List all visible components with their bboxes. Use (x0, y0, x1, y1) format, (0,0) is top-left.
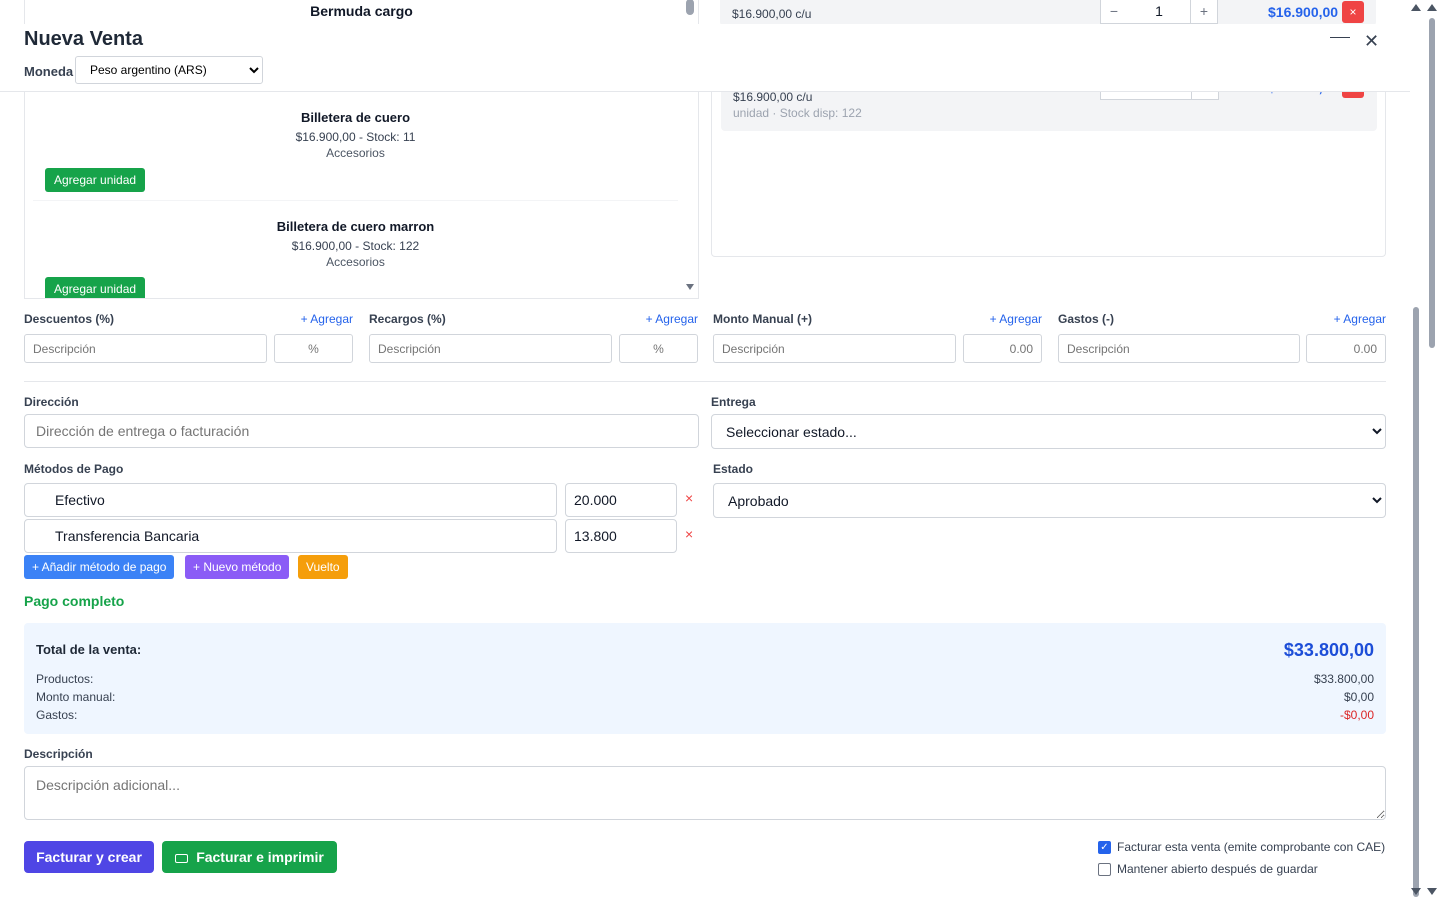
qty-input[interactable]: 1 (1127, 0, 1191, 24)
discounts-label: Descuentos (%) (24, 312, 115, 326)
checkbox-checked-icon[interactable]: ✓ (1098, 841, 1111, 854)
scrollbar-thumb[interactable] (1429, 18, 1435, 348)
qty-decrement-button[interactable]: − (1100, 0, 1128, 24)
currency-label: Moneda (24, 64, 74, 79)
total-row-expenses: Gastos: -$0,00 (36, 708, 1374, 722)
change-button[interactable]: Vuelto (298, 555, 348, 579)
close-icon[interactable]: ✕ (1364, 31, 1379, 52)
description-label: Descripción (24, 747, 93, 761)
status-label: Estado (713, 462, 754, 476)
payment-methods-label: Métodos de Pago (24, 462, 124, 476)
minimize-icon[interactable] (1330, 32, 1350, 42)
product-category: Accesorios (326, 255, 385, 269)
scroll-up-arrow-icon[interactable] (1427, 4, 1437, 11)
product-list-scrollbar-thumb[interactable] (686, 0, 694, 15)
page-title: Nueva Venta (24, 28, 143, 50)
add-surcharge-link[interactable]: + Agregar (646, 312, 698, 326)
total-row-label: Gastos: (36, 708, 78, 722)
payment-amount-input[interactable]: 20.000 (565, 483, 677, 517)
page: Bermuda cargo $16.900,00 c/u − 1 + $16.9… (0, 0, 1440, 900)
invoice-create-button[interactable]: Facturar y crear (24, 841, 154, 873)
status-select[interactable]: Aprobado (713, 483, 1386, 518)
remove-payment-icon[interactable]: × (685, 490, 693, 506)
delivery-label: Entrega (711, 395, 756, 409)
sale-total-label: Total de la venta: (36, 642, 142, 657)
address-label: Dirección (24, 395, 79, 409)
invoice-sale-label: Facturar esta venta (emite comprobante c… (1117, 840, 1386, 854)
expense-description-input[interactable] (1058, 334, 1300, 363)
remove-payment-icon[interactable]: × (685, 526, 693, 542)
add-payment-method-button[interactable]: + Añadir método de pago (24, 555, 175, 579)
total-row-label: Monto manual: (36, 690, 116, 704)
product-name: Bermuda cargo (310, 3, 413, 19)
payment-amount-input[interactable]: 13.800 (565, 519, 677, 553)
payment-status-text: Pago completo (24, 593, 125, 609)
cart-item: $16.900,00 c/u − 1 + $16.900,00 × (720, 0, 1376, 26)
product-price-stock: $16.900,00 - Stock: 122 (291, 239, 420, 253)
scroll-down-arrow-icon[interactable] (1411, 888, 1421, 895)
product-name: Billetera de cuero (300, 110, 411, 125)
cart-panel: $16.900,00 c/u unidad · Stock disp: 122 … (711, 82, 1386, 257)
product-list: Billetera de cuero $16.900,00 - Stock: 1… (24, 92, 699, 299)
invoice-print-label: Facturar e imprimir (196, 849, 324, 865)
expenses-label: Gastos (-) (1058, 312, 1115, 326)
surcharge-percent-input[interactable] (619, 334, 698, 363)
product-name: Billetera de cuero marron (276, 219, 435, 234)
total-row-label: Productos: (36, 672, 94, 686)
add-expense-link[interactable]: + Agregar (1334, 312, 1386, 326)
total-row-value: $33.800,00 (1313, 672, 1374, 686)
keep-open-label: Mantener abierto después de guardar (1117, 862, 1318, 876)
scroll-down-arrow-icon[interactable] (1427, 888, 1437, 895)
remove-item-button[interactable]: × (1342, 1, 1364, 23)
surcharges-label: Recargos (%) (369, 312, 446, 326)
surcharge-description-input[interactable] (369, 334, 612, 363)
product-price-stock: $16.900,00 - Stock: 11 (295, 130, 416, 144)
discount-description-input[interactable] (24, 334, 267, 363)
discount-percent-input[interactable] (274, 334, 353, 363)
manual-amount-description-input[interactable] (713, 334, 956, 363)
modal-header: Nueva Venta Moneda Peso argentino (ARS) … (0, 24, 1410, 92)
cart-item-price: $16.900,00 c/u (733, 90, 813, 104)
add-unit-button[interactable]: Agregar unidad (45, 277, 146, 298)
expense-value-input[interactable] (1306, 334, 1386, 363)
scroll-down-arrow-icon[interactable] (686, 284, 694, 290)
manual-amount-label: Monto Manual (+) (713, 312, 812, 326)
total-row-value: $0,00 (1343, 690, 1374, 704)
invoice-print-button[interactable]: Facturar e imprimir (162, 841, 337, 873)
manual-amount-value-input[interactable] (963, 334, 1042, 363)
divider (24, 381, 1386, 382)
new-payment-method-button[interactable]: + Nuevo método (185, 555, 290, 579)
cart-item-total: $16.900,00 (1268, 4, 1339, 20)
add-manual-amount-link[interactable]: + Agregar (990, 312, 1042, 326)
checkbox-icon[interactable] (1098, 863, 1111, 876)
scroll-up-arrow-icon[interactable] (1411, 4, 1421, 11)
add-discount-link[interactable]: + Agregar (301, 312, 353, 326)
address-input[interactable] (24, 414, 699, 448)
total-row-value: -$0,00 (1339, 708, 1374, 722)
currency-select[interactable]: Peso argentino (ARS) (75, 56, 263, 84)
total-row-products: Productos: $33.800,00 (36, 672, 1374, 686)
description-textarea[interactable] (24, 766, 1386, 820)
cart-item-price: $16.900,00 c/u (732, 7, 812, 21)
add-unit-button[interactable]: Agregar unidad (45, 168, 146, 192)
page-scrollbar[interactable] (1410, 0, 1440, 900)
total-row-manual: Monto manual: $0,00 (36, 690, 1374, 704)
qty-increment-button[interactable]: + (1190, 0, 1218, 24)
cart-item-stock: unidad · Stock disp: 122 (733, 106, 862, 120)
scrollbar-thumb[interactable] (1413, 307, 1419, 897)
product-category: Accesorios (326, 146, 385, 160)
payment-method-field[interactable]: Efectivo (24, 483, 557, 517)
delivery-select[interactable]: Seleccionar estado... (711, 414, 1386, 449)
payment-method-field[interactable]: Transferencia Bancaria (24, 519, 557, 553)
sale-total-box: Total de la venta: $33.800,00 Productos:… (24, 623, 1386, 734)
product-card: Billetera de cuero marron $16.900,00 - S… (33, 201, 678, 298)
sale-total-value: $33.800,00 (1283, 640, 1374, 660)
printer-icon (175, 854, 189, 863)
product-card: Billetera de cuero $16.900,00 - Stock: 1… (33, 92, 678, 201)
